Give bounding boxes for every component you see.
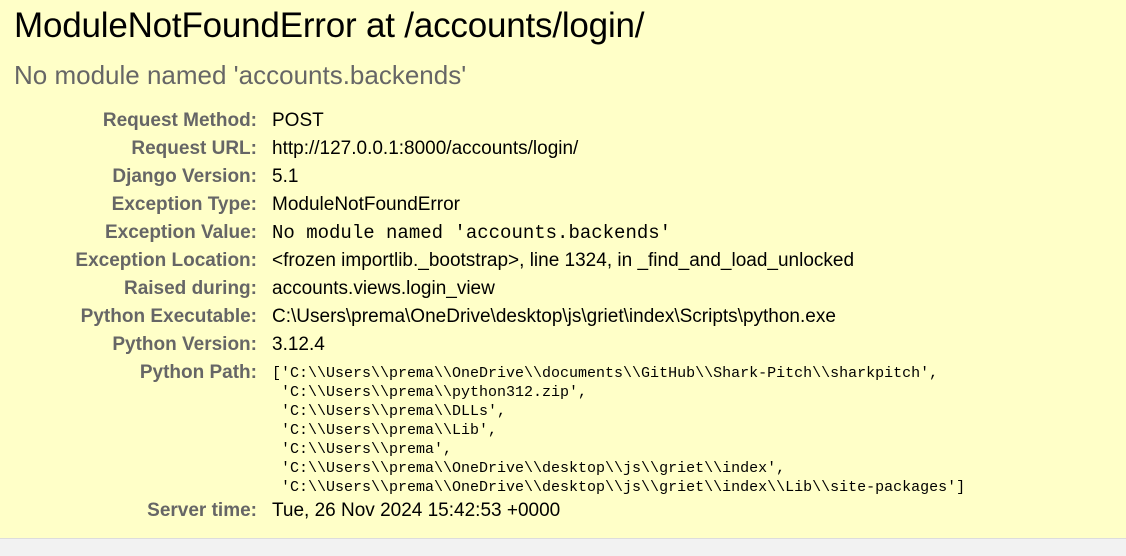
traceback-section-edge: [0, 539, 1126, 556]
meta-row-python-executable: Python Executable: C:\Users\prema\OneDri…: [40, 303, 965, 331]
meta-row-request-url: Request URL: http://127.0.0.1:8000/accou…: [40, 135, 965, 163]
meta-row-exception-location: Exception Location: <frozen importlib._b…: [40, 247, 965, 275]
meta-row-django-version: Django Version: 5.1: [40, 163, 965, 191]
python-path-line: 'C:\\Users\\prema\\OneDrive\\desktop\\js…: [272, 479, 966, 496]
python-path-line: 'C:\\Users\\prema\\python312.zip',: [272, 384, 588, 401]
meta-row-exception-type: Exception Type: ModuleNotFoundError: [40, 191, 965, 219]
meta-row-exception-value: Exception Value: No module named 'accoun…: [40, 219, 965, 247]
meta-label: Exception Location:: [75, 250, 257, 271]
meta-value: ['C:\\Users\\prema\\OneDrive\\documents\…: [272, 359, 965, 497]
meta-value: POST: [272, 110, 324, 131]
meta-label: Request Method:: [102, 110, 257, 131]
meta-value: 5.1: [272, 166, 299, 187]
meta-value: Tue, 26 Nov 2024 15:42:53 +0000: [272, 500, 561, 521]
python-path-line: ['C:\\Users\\prema\\OneDrive\\documents\…: [272, 365, 939, 382]
meta-value: http://127.0.0.1:8000/accounts/login/: [272, 138, 579, 159]
python-path-list: ['C:\\Users\\prema\\OneDrive\\documents\…: [272, 359, 965, 497]
meta-row-request-method: Request Method: POST: [40, 107, 965, 135]
meta-label: Python Path:: [139, 362, 257, 383]
meta-value: <frozen importlib._bootstrap>, line 1324…: [272, 250, 855, 271]
python-path-line: 'C:\\Users\\prema\\DLLs',: [272, 403, 507, 420]
meta-value: 3.12.4: [272, 334, 325, 355]
meta-value: C:\Users\prema\OneDrive\desktop\js\griet…: [272, 306, 836, 327]
meta-label: Django Version:: [112, 166, 257, 187]
meta-row-raised-during: Raised during: accounts.views.login_view: [40, 275, 965, 303]
meta-value: No module named 'accounts.backends': [272, 222, 672, 244]
meta-row-python-version: Python Version: 3.12.4: [40, 331, 965, 359]
meta-value: ModuleNotFoundError: [272, 194, 460, 215]
meta-label: Exception Type:: [111, 194, 257, 215]
python-path-line: 'C:\\Users\\prema\\Lib',: [272, 422, 498, 439]
meta-label: Python Version:: [112, 334, 257, 355]
page-title: ModuleNotFoundError at /accounts/login/: [14, 6, 645, 45]
meta-label: Raised during:: [123, 278, 257, 299]
meta-label: Python Executable:: [80, 306, 257, 327]
python-path-line: 'C:\\Users\\prema',: [272, 441, 453, 458]
meta-label: Server time:: [147, 500, 257, 521]
error-summary: ModuleNotFoundError at /accounts/login/ …: [0, 0, 1126, 539]
meta-value: accounts.views.login_view: [272, 278, 495, 299]
python-path-line: 'C:\\Users\\prema\\OneDrive\\desktop\\js…: [272, 460, 786, 477]
meta-label: Exception Value:: [104, 222, 257, 243]
meta-row-python-path: Python Path: ['C:\\Users\\prema\\OneDriv…: [40, 359, 965, 497]
request-meta-table: Request Method: POST Request URL: http:/…: [40, 107, 965, 525]
meta-row-server-time: Server time: Tue, 26 Nov 2024 15:42:53 +…: [40, 497, 965, 525]
exception-message: No module named 'accounts.backends': [14, 60, 467, 90]
meta-label: Request URL:: [131, 138, 257, 159]
